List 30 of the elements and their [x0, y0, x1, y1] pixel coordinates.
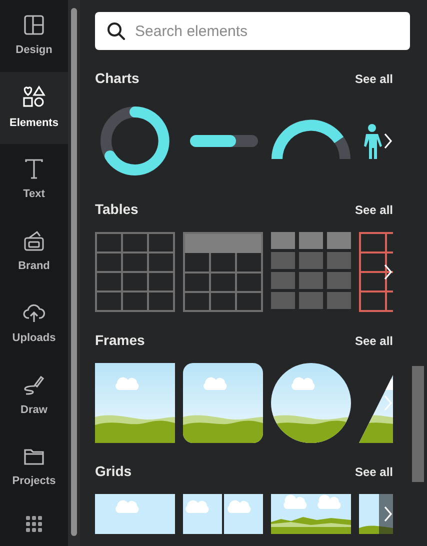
text-icon: [24, 158, 44, 180]
nav-tab[interactable]: Elements: [0, 72, 68, 144]
section-title: Tables: [95, 200, 138, 219]
search-icon: [107, 22, 125, 40]
table-drawing[interactable]: [271, 232, 351, 312]
nav-tab[interactable]: Text: [0, 144, 68, 216]
nav-tab[interactable]: Uploads: [0, 288, 68, 360]
nav-tab[interactable]: Projects: [0, 432, 68, 504]
nav-tab[interactable]: Draw: [0, 360, 68, 432]
cloud-upload-icon: [22, 302, 46, 324]
see-all-link[interactable]: See all: [354, 200, 393, 218]
section-title: Charts: [95, 69, 140, 88]
section-title: Grids: [95, 462, 132, 481]
see-all-link[interactable]: See all: [354, 462, 393, 480]
table-drawing[interactable]: [95, 232, 175, 312]
shapes-icon: [22, 84, 46, 109]
see-all-link[interactable]: See all: [354, 70, 393, 88]
table-drawing[interactable]: [183, 232, 263, 312]
nav-tab[interactable]: Design: [0, 0, 68, 72]
see-all-link[interactable]: See all: [354, 332, 393, 350]
section-title: Frames: [95, 331, 145, 350]
next-chevron-icon[interactable]: [383, 132, 393, 150]
apps-icon[interactable]: [26, 516, 42, 532]
pen-scribble-icon: [23, 374, 45, 396]
next-chevron-icon[interactable]: [383, 263, 393, 281]
brand-kit-icon: [23, 230, 45, 252]
search-field[interactable]: Search elements: [95, 12, 410, 50]
nav-tab[interactable]: Brand: [0, 216, 68, 288]
layout-icon: [23, 14, 45, 36]
folder-icon: [23, 446, 45, 467]
